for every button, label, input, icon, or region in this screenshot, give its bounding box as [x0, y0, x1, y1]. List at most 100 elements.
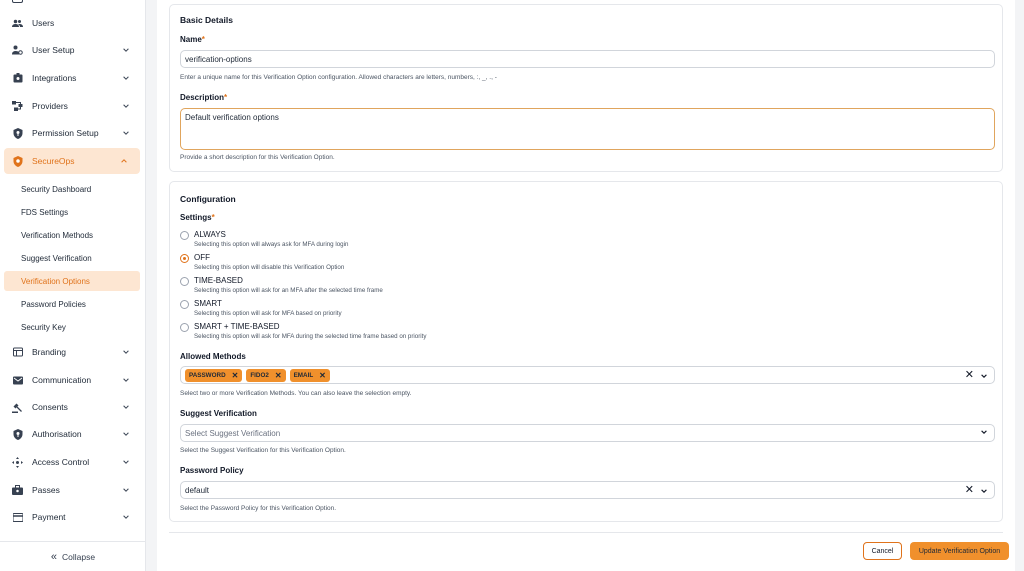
sidebar-subitem-fds-settings[interactable]: FDS Settings	[4, 202, 140, 222]
sidebar-item-passes[interactable]: Passes	[0, 477, 146, 503]
name-label: Name*	[180, 35, 205, 44]
sidebar-subitem-password-policies[interactable]: Password Policies	[4, 294, 140, 314]
mail-icon	[12, 375, 23, 386]
sidebar-subitem-security-key[interactable]: Security Key	[4, 317, 140, 337]
remove-chip-icon[interactable]: ✕	[232, 371, 239, 380]
method-chip: FIDO2 ✕	[246, 368, 286, 382]
radio-desc: Selecting this option will ask for MFA d…	[194, 333, 427, 340]
radio-desc: Selecting this option will always ask fo…	[194, 241, 349, 248]
sidebar-item-communication[interactable]: Communication	[0, 367, 146, 393]
passes-icon	[12, 485, 23, 496]
sidebar-subitem-label: Security Dashboard	[21, 184, 92, 194]
radio-option-smart-time-based[interactable]: SMART + TIME-BASED Selecting this option …	[180, 322, 427, 341]
remove-chip-icon[interactable]: ✕	[275, 371, 282, 380]
radio-title: SMART + TIME-BASED	[194, 322, 280, 331]
sidebar-subitem-label: Security Key	[21, 322, 66, 332]
sidebar-item-providers[interactable]: Providers	[0, 93, 146, 119]
chevron-down-icon[interactable]	[980, 372, 988, 380]
password-policy-label: Password Policy	[180, 466, 244, 475]
sidebar-subitem-verification-options[interactable]: Verification Options	[4, 271, 140, 291]
chevron-down-icon[interactable]	[980, 428, 988, 436]
sidebar-item-label: Payment	[32, 512, 66, 522]
chevron-down-icon	[123, 104, 129, 108]
chevron-down-icon[interactable]	[980, 487, 988, 495]
radio-button[interactable]	[180, 323, 189, 332]
chevron-down-icon	[123, 48, 129, 52]
branding-icon	[12, 347, 23, 358]
radio-option-off[interactable]: OFF Selecting this option will disable th…	[180, 253, 344, 272]
allowed-methods-label: Allowed Methods	[180, 352, 246, 361]
sidebar-item-integrations[interactable]: Integrations	[0, 65, 146, 91]
access-control-icon	[12, 456, 23, 468]
integrations-icon	[12, 73, 23, 84]
sidebar-subitem-label: Verification Methods	[21, 230, 94, 240]
description-textarea[interactable]: Default verification options	[180, 108, 995, 150]
radio-option-smart[interactable]: SMART Selecting this option will ask for …	[180, 299, 342, 318]
sidebar-item-label: Permission Setup	[32, 128, 99, 138]
sidebar-item-secureops[interactable]: SecureOps	[4, 148, 140, 174]
sidebar-subitem-security-dashboard[interactable]: Security Dashboard	[4, 179, 140, 199]
settings-label: Settings*	[180, 213, 215, 222]
remove-chip-icon[interactable]: ✕	[319, 371, 326, 380]
radio-title: ALWAYS	[194, 230, 226, 239]
radio-title: OFF	[194, 253, 210, 262]
radio-title: SMART	[194, 299, 222, 308]
chevron-down-icon	[123, 488, 129, 492]
sidebar-item-branding[interactable]: Branding	[0, 339, 146, 365]
update-verification-option-button[interactable]: Update Verification Option	[910, 542, 1009, 560]
collapse-button[interactable]: « Collapse	[0, 541, 146, 571]
sidebar-item-label: Providers	[32, 101, 68, 111]
clear-icon[interactable]: ✕	[965, 370, 974, 381]
radio-button[interactable]	[180, 277, 189, 286]
description-helper: Provide a short description for this Ver…	[180, 154, 335, 161]
sidebar-item-label: Communication	[32, 375, 92, 385]
sidebar-item-user-setup[interactable]: User Setup	[0, 37, 146, 63]
description-label: Description*	[180, 93, 228, 102]
double-chevron-left-icon: «	[50, 550, 58, 563]
sidebar-item-consents[interactable]: Consents	[0, 394, 146, 420]
allowed-methods-helper: Select two or more Verification Methods.…	[180, 390, 412, 397]
cancel-button[interactable]: Cancel	[863, 542, 902, 560]
sidebar-item-access-control[interactable]: Access Control	[0, 449, 146, 475]
chevron-down-icon	[123, 460, 129, 464]
sidebar-item-payment[interactable]: Payment	[0, 504, 146, 530]
sidebar-item-label: Passes	[32, 485, 60, 495]
allowed-methods-select[interactable]: PASSWORD ✕ FIDO2 ✕ EMAIL ✕ ✕	[180, 366, 995, 384]
sidebar-item-authorisation[interactable]: Authorisation	[0, 421, 146, 447]
radio-desc: Selecting this option will disable this …	[194, 264, 345, 271]
radio-desc: Selecting this option will ask for an MF…	[194, 287, 383, 294]
name-input[interactable]: verification-options	[180, 50, 995, 68]
radio-button-checked[interactable]	[180, 254, 189, 263]
radio-option-time-based[interactable]: TIME-BASED Selecting this option will ask…	[180, 276, 383, 295]
sidebar-item-label: User Setup	[32, 45, 75, 55]
radio-title: TIME-BASED	[194, 276, 243, 285]
radio-option-always[interactable]: ALWAYS Selecting this option will always …	[180, 230, 348, 249]
sidebar-item-label: Access Control	[32, 457, 90, 467]
configuration-card: Configuration Settings* ALWAYS Selecting …	[169, 181, 1003, 522]
sidebar-subitem-verification-methods[interactable]: Verification Methods	[4, 225, 140, 245]
sidebar-subitem-suggest-verification[interactable]: Suggest Verification	[4, 248, 140, 268]
sidebar-item-permission-setup[interactable]: Permission Setup	[0, 120, 146, 146]
users-icon	[12, 18, 23, 29]
password-policy-helper: Select the Password Policy for this Veri…	[180, 505, 337, 512]
sidebar-subitem-label: Suggest Verification	[21, 253, 92, 263]
method-chip: EMAIL ✕	[289, 368, 330, 382]
sidebar-item-users[interactable]: Users	[0, 10, 146, 36]
radio-button[interactable]	[180, 300, 189, 309]
password-policy-select[interactable]: default ✕	[180, 481, 995, 499]
chevron-up-icon	[121, 159, 127, 163]
clear-icon[interactable]: ✕	[965, 485, 974, 496]
gavel-icon	[12, 402, 23, 413]
chevron-down-icon	[123, 76, 129, 80]
suggest-verification-select[interactable]: Select Suggest Verification	[180, 424, 995, 442]
radio-button[interactable]	[180, 231, 189, 240]
basic-details-title: Basic Details	[180, 15, 233, 25]
providers-icon	[12, 101, 23, 112]
password-policy-value: default	[185, 485, 210, 495]
chevron-down-icon	[123, 515, 129, 519]
payment-icon	[12, 512, 23, 523]
configuration-title: Configuration	[180, 194, 236, 204]
sidebar-item-label: Branding	[32, 347, 67, 357]
main-content: Basic Details Name* verification-options…	[157, 0, 1015, 571]
collapse-label: Collapse	[62, 551, 96, 562]
